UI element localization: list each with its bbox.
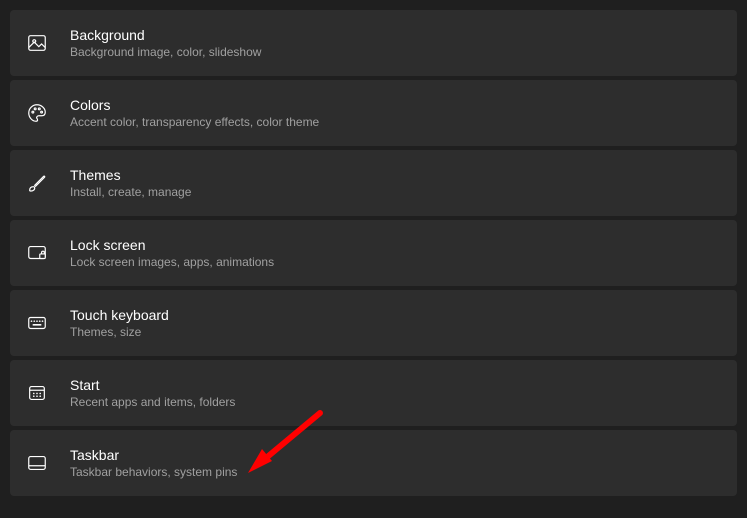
image-icon <box>26 32 70 54</box>
settings-item-subtitle: Themes, size <box>70 325 169 341</box>
brush-icon <box>26 172 70 194</box>
settings-item-lock-screen[interactable]: Lock screen Lock screen images, apps, an… <box>10 220 737 286</box>
settings-item-themes[interactable]: Themes Install, create, manage <box>10 150 737 216</box>
settings-item-taskbar[interactable]: Taskbar Taskbar behaviors, system pins <box>10 430 737 496</box>
palette-icon <box>26 102 70 124</box>
settings-item-title: Themes <box>70 166 191 184</box>
settings-item-text: Themes Install, create, manage <box>70 166 191 201</box>
settings-item-subtitle: Accent color, transparency effects, colo… <box>70 115 319 131</box>
settings-item-title: Colors <box>70 96 319 114</box>
settings-item-start[interactable]: Start Recent apps and items, folders <box>10 360 737 426</box>
settings-item-text: Taskbar Taskbar behaviors, system pins <box>70 446 237 481</box>
settings-item-title: Touch keyboard <box>70 306 169 324</box>
start-grid-icon <box>26 382 70 404</box>
settings-item-title: Lock screen <box>70 236 274 254</box>
personalization-settings-list: Background Background image, color, slid… <box>0 0 747 496</box>
settings-item-background[interactable]: Background Background image, color, slid… <box>10 10 737 76</box>
settings-item-subtitle: Background image, color, slideshow <box>70 45 261 61</box>
settings-item-text: Background Background image, color, slid… <box>70 26 261 61</box>
settings-item-text: Touch keyboard Themes, size <box>70 306 169 341</box>
settings-item-subtitle: Install, create, manage <box>70 185 191 201</box>
settings-item-text: Colors Accent color, transparency effect… <box>70 96 319 131</box>
settings-item-colors[interactable]: Colors Accent color, transparency effect… <box>10 80 737 146</box>
settings-item-title: Background <box>70 26 261 44</box>
settings-item-title: Taskbar <box>70 446 237 464</box>
settings-item-text: Start Recent apps and items, folders <box>70 376 235 411</box>
settings-item-subtitle: Lock screen images, apps, animations <box>70 255 274 271</box>
settings-item-subtitle: Taskbar behaviors, system pins <box>70 465 237 481</box>
settings-item-touch-keyboard[interactable]: Touch keyboard Themes, size <box>10 290 737 356</box>
keyboard-icon <box>26 312 70 334</box>
lock-screen-icon <box>26 242 70 264</box>
taskbar-icon <box>26 452 70 474</box>
settings-item-subtitle: Recent apps and items, folders <box>70 395 235 411</box>
settings-item-title: Start <box>70 376 235 394</box>
settings-item-text: Lock screen Lock screen images, apps, an… <box>70 236 274 271</box>
